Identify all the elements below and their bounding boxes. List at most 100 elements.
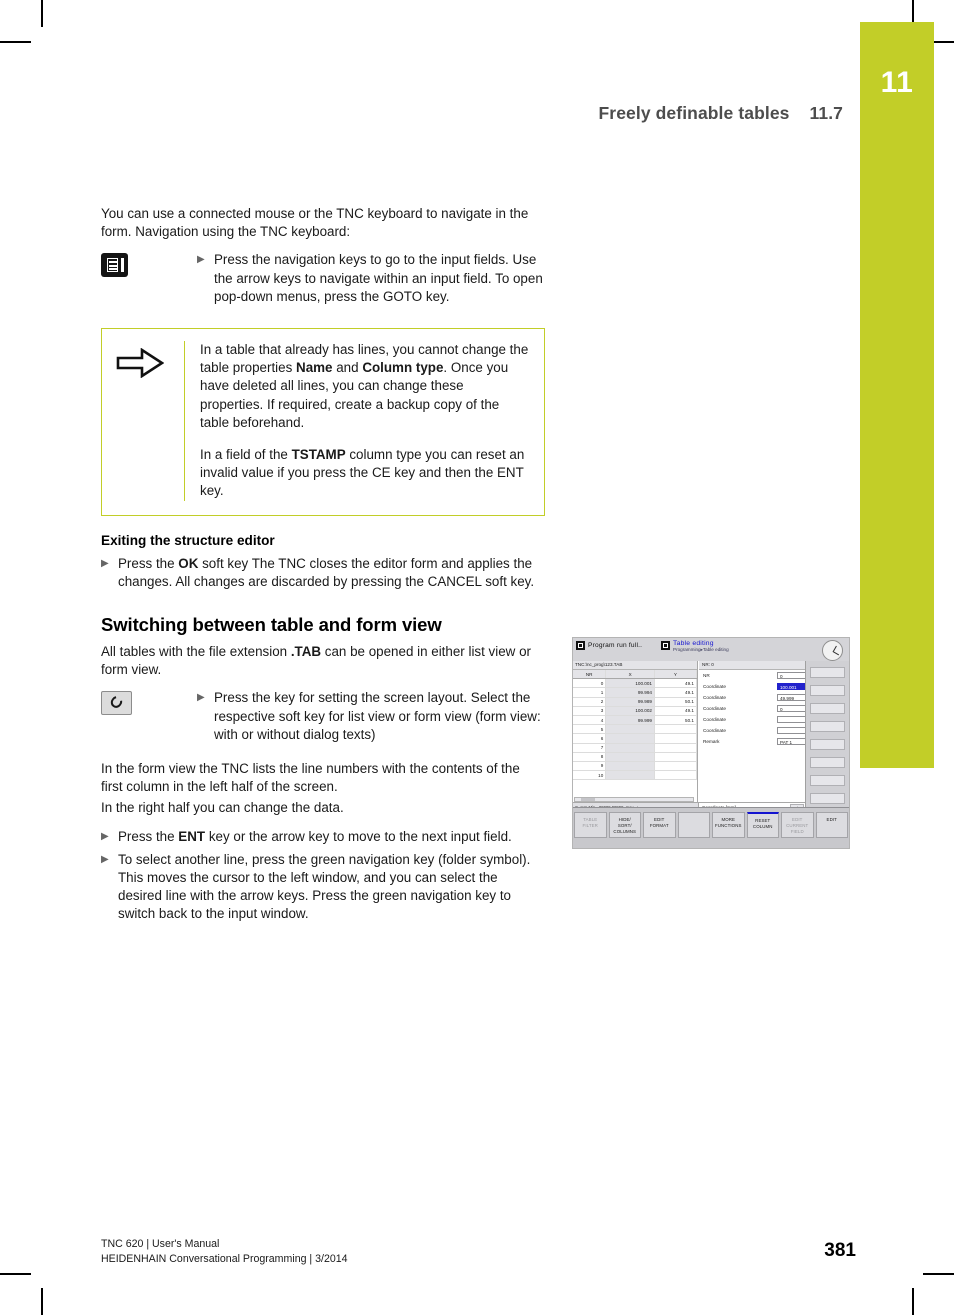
vertical-softkey[interactable] [810, 739, 845, 750]
softkey-button[interactable]: RESET COLUMN [746, 812, 779, 838]
table-cell-nr: 2 [573, 697, 607, 707]
softkey-button[interactable]: TABLE FILTER [574, 812, 607, 838]
softkey-button[interactable]: HIDE/SORT/COLUMNS [608, 812, 641, 838]
table-cell-x [605, 733, 655, 744]
tnc-mode-left: Program run full.. [576, 641, 642, 650]
tnc-form-pane: NR: 0 NR 0 Coordinate 100.001 Coordinate 49.9… [699, 661, 825, 812]
table-cell-nr: 5 [573, 724, 607, 735]
table-cell-x: 99.994 [605, 687, 655, 698]
table-cell-y: 50.1 [654, 715, 698, 726]
intro-paragraph: You can use a connected mouse or the TNC… [101, 206, 529, 240]
table-row[interactable]: 4 99.999 50.1 [573, 715, 698, 726]
crop-mark-top-left-vertical [41, 0, 43, 27]
machine-mode-icon [576, 641, 585, 650]
table-cell-x [605, 770, 655, 781]
notice-paragraph-2: In a field of the TSTAMP column type you… [200, 446, 530, 501]
notice-paragraph-1: In a table that already has lines, you c… [200, 341, 530, 432]
table-row[interactable]: 7 [573, 743, 698, 753]
form-field-row: NR 0 [699, 670, 825, 681]
footer-line-1: TNC 620 | User's Manual [101, 1238, 220, 1250]
form-field-row: Remark PAT 1 [699, 736, 825, 747]
form-field-row: Coordinate 100.001 [699, 681, 825, 692]
table-row[interactable]: 0 100.001 49.1 [573, 678, 698, 689]
tnc-form-header: NR: 0 [699, 661, 806, 670]
table-row[interactable]: 8 [573, 752, 698, 762]
switching-key-slot [101, 689, 197, 716]
table-row[interactable]: 3 100.002 49.1 [573, 706, 698, 716]
vertical-softkey[interactable] [810, 703, 845, 714]
clock-icon [822, 640, 843, 661]
programming-mode-icon [661, 641, 670, 650]
form-field-row: Coordinate [699, 714, 825, 725]
tnc-col-nr: NR [573, 670, 607, 680]
switching-b1-text-1: Press the [118, 828, 179, 844]
crop-mark-bottom-left-horizontal [0, 1273, 31, 1275]
vertical-softkey[interactable] [810, 775, 845, 786]
table-cell-x [605, 761, 655, 772]
form-field-label: Coordinate [703, 684, 726, 689]
bullet-marker-icon: ▶ [197, 692, 205, 704]
tnc-form-fields: NR 0 Coordinate 100.001 Coordinate 49.999 Coor… [699, 670, 825, 747]
softkey-button[interactable]: MORE FUNCTIONS [712, 812, 745, 838]
exiting-bullet-row: ▶ Press the OK soft key The TNC closes t… [101, 555, 545, 591]
notice-box: In a table that already has lines, you c… [101, 328, 545, 516]
notice-p1-bold-2: Column type [362, 360, 444, 376]
switching-intro-text-1: All tables with the file extension [101, 644, 291, 660]
vertical-softkey[interactable] [810, 721, 845, 732]
softkey-button[interactable]: EDIT [815, 812, 848, 838]
tnc-body: TNC:\nc_prog\123.TAB NR X Y 0 100.001 49.1… [573, 661, 825, 813]
tnc-table-body: 0 100.001 49.1 1 99.994 49.1 2 99.989 50.1 3 100.0… [573, 678, 698, 781]
notice-p1-text-2: and [332, 360, 363, 376]
tnc-table[interactable]: NR X Y 0 100.001 49.1 1 99.994 49.1 2 99.989 50.… [573, 670, 698, 781]
vertical-softkey[interactable] [810, 667, 845, 678]
vertical-softkey[interactable] [810, 757, 845, 768]
softkey-button[interactable]: EDIT FORMAT [643, 812, 676, 838]
table-cell-y: 49.1 [654, 706, 698, 716]
notice-p2-text-1: In a field of the [200, 447, 292, 463]
table-cell-y: 50.1 [654, 697, 698, 707]
running-head-title: Freely definable tables [598, 103, 790, 123]
table-row[interactable]: 1 99.994 49.1 [573, 687, 698, 698]
table-row[interactable]: 2 99.989 50.1 [573, 697, 698, 707]
running-head: Freely definable tables 11.7 [599, 103, 843, 124]
tnc-mode-right: Table editing Programming▸Table editing [661, 640, 729, 653]
table-cell-x: 100.001 [605, 678, 655, 689]
switching-b1-bold-1: ENT [178, 828, 206, 844]
table-cell-x: 99.999 [605, 715, 655, 726]
tnc-mode-left-label: Program run full.. [588, 642, 643, 649]
table-cell-y [654, 761, 698, 772]
form-field-label: Coordinate [703, 695, 726, 700]
form-field-row: Coordinate 0 [699, 703, 825, 714]
page-number: 381 [824, 1240, 856, 1261]
tnc-softkey-bar: TABLE FILTER HIDE/SORT/COLUMNS EDIT FORMAT MO… [573, 807, 849, 848]
table-cell-nr: 3 [573, 706, 607, 716]
table-cell-x [605, 724, 655, 735]
bullet-marker-icon: ▶ [101, 557, 109, 569]
table-cell-y [654, 752, 698, 762]
chapter-tab-number: 11 [880, 66, 914, 99]
table-row[interactable]: 5 [573, 724, 698, 735]
switching-bullet-2: ▶ To select another line, press the gree… [101, 851, 545, 924]
form-field-label: NR [703, 673, 710, 678]
table-row[interactable]: 6 [573, 733, 698, 744]
form-field-label: Coordinate [703, 728, 726, 733]
switching-bullet-1: ▶ Press the ENT key or the arrow key to … [101, 828, 545, 846]
crop-mark-top-left-horizontal [0, 41, 31, 43]
table-cell-x [605, 743, 655, 753]
tnc-col-y: Y [654, 670, 698, 680]
tnc-mode-right-sub: Programming▸Table editing [673, 647, 729, 653]
vertical-softkey[interactable] [810, 685, 845, 696]
table-row[interactable]: 10 [573, 770, 698, 781]
notice-p2-bold-1: TSTAMP [291, 447, 346, 463]
table-row[interactable]: 9 [573, 761, 698, 772]
switching-bullet-1-text: Press the ENT key or the arrow key to mo… [118, 828, 545, 846]
softkey-button[interactable]: EDIT CURRENT FIELD [781, 812, 814, 838]
softkey-button[interactable] [677, 812, 710, 838]
table-cell-y: 49.1 [654, 687, 698, 698]
vertical-softkey[interactable] [810, 793, 845, 804]
table-cell-x [605, 752, 655, 762]
switching-heading: Switching between table and form view [101, 614, 442, 636]
exiting-bullet-text: Press the OK soft key The TNC closes the… [118, 555, 545, 591]
form-field-row: Coordinate [699, 725, 825, 736]
bullet-marker-icon: ▶ [101, 830, 109, 842]
